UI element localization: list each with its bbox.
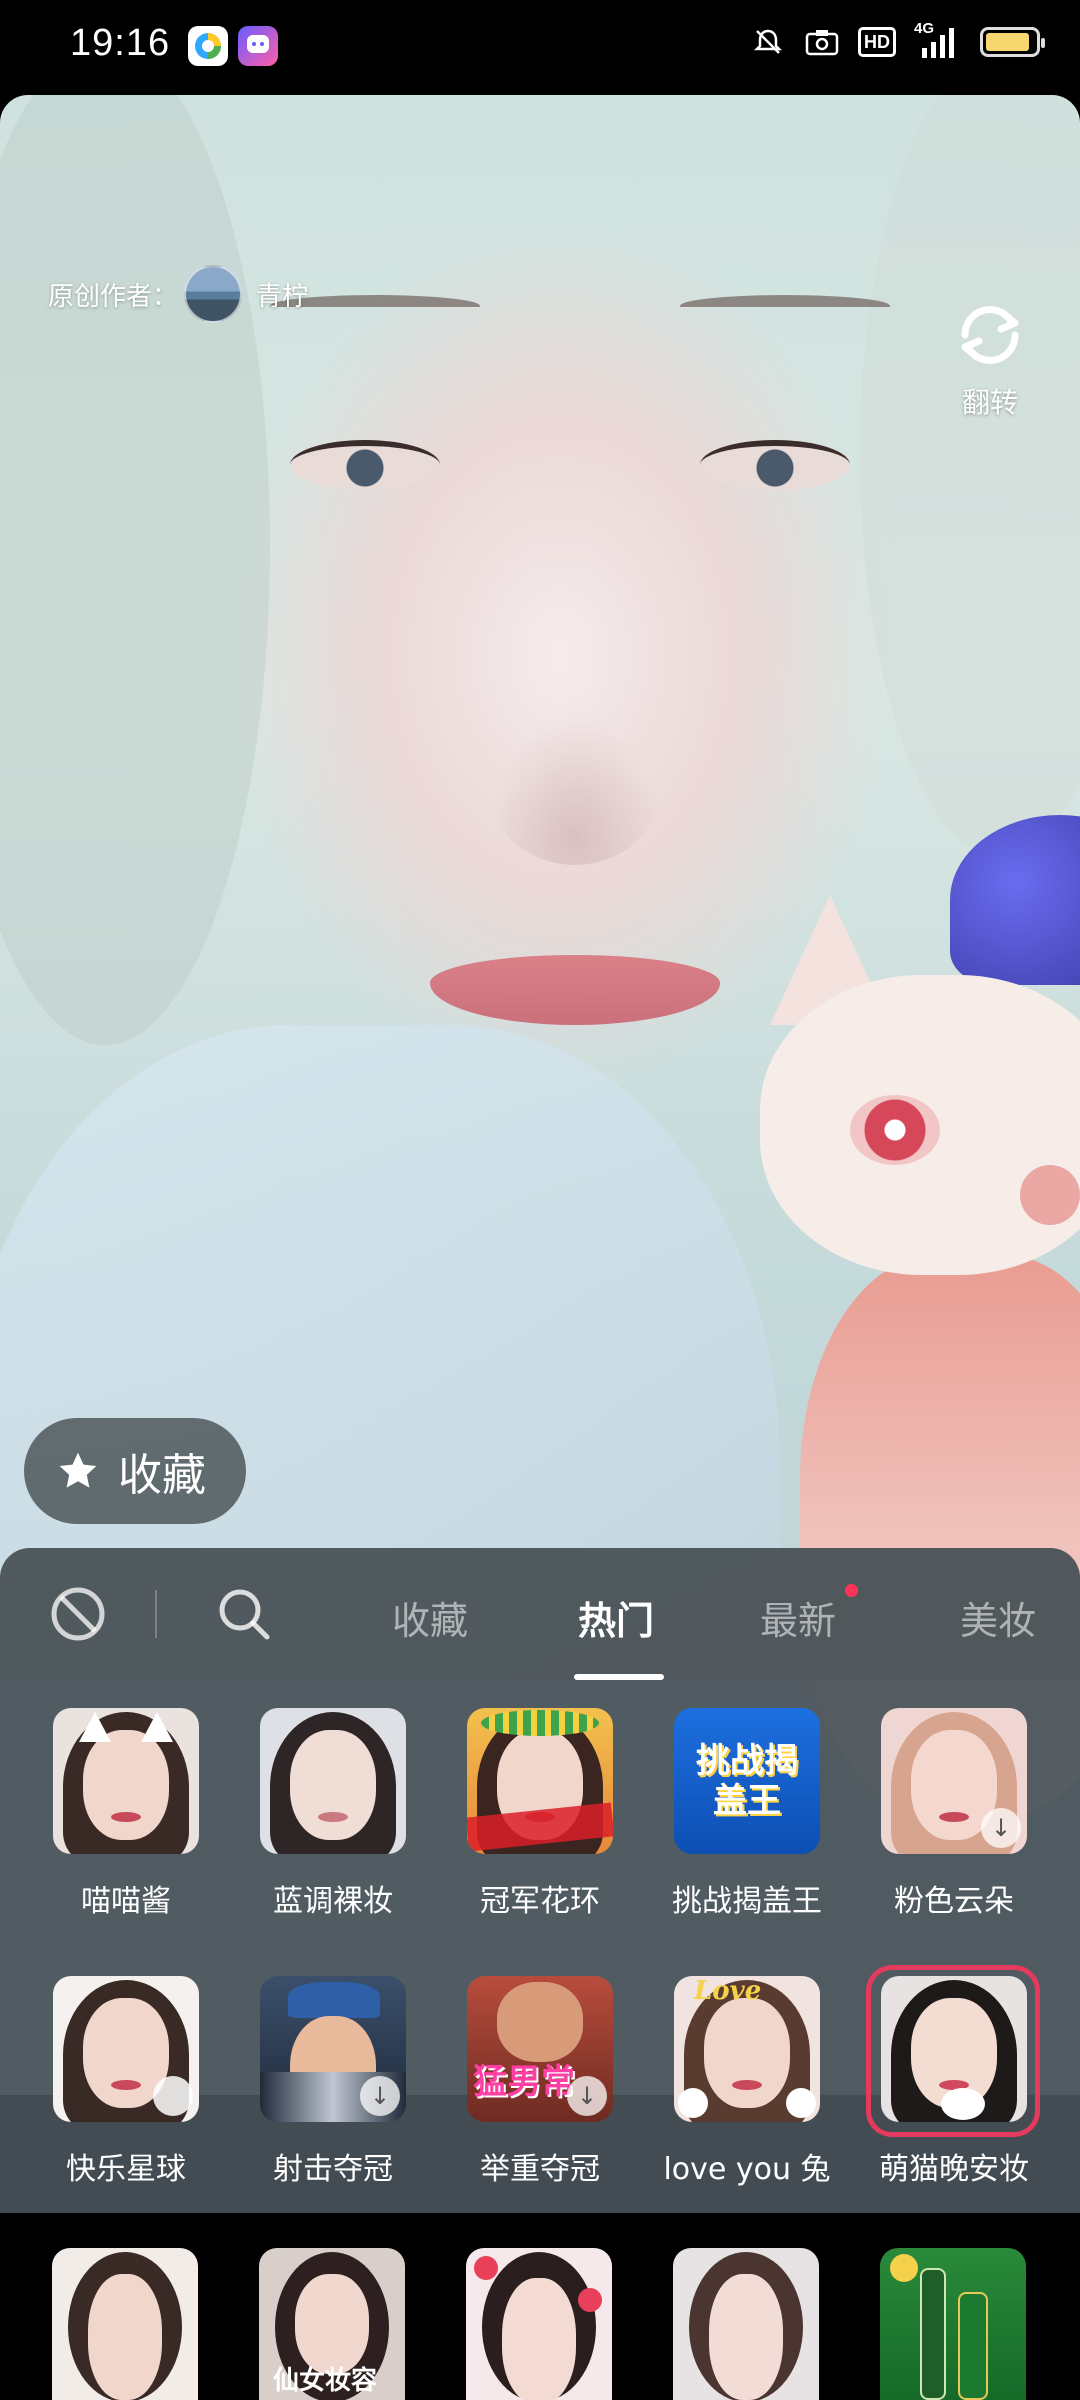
effect-thumbnail: ↓ xyxy=(260,1976,406,2122)
category-tabs: 收藏 热门 最新 美妆 xyxy=(0,1548,1080,1680)
effect-thumbnail[interactable]: 仙女妆容 xyxy=(259,2248,405,2400)
effect-label: 蓝调裸妆 xyxy=(273,1884,393,1919)
status-icons: HD 4G xyxy=(750,20,1045,60)
favorite-button[interactable]: 收藏 xyxy=(24,1418,246,1524)
download-icon xyxy=(153,2076,193,2116)
face-eye-left xyxy=(290,440,440,490)
browser-app-icon xyxy=(188,26,228,66)
tab-favorites[interactable]: 收藏 xyxy=(392,1590,468,1645)
network-label: 4G xyxy=(914,20,935,37)
effect-thumbnail: 挑战揭盖王 xyxy=(674,1708,820,1854)
hd-icon: HD xyxy=(858,27,896,57)
effect-label: 射击夺冠 xyxy=(273,2152,393,2187)
camera-icon xyxy=(804,24,840,60)
effect-label: 挑战揭盖王 xyxy=(672,1884,822,1919)
effect-label: 举重夺冠 xyxy=(480,2152,600,2187)
flip-label: 翻转 xyxy=(961,386,1018,419)
no-effect-icon[interactable] xyxy=(48,1584,108,1644)
effect-label: 快乐星球 xyxy=(66,2152,186,2187)
effect-thumbnail xyxy=(260,1708,406,1854)
author-avatar[interactable] xyxy=(184,265,243,323)
new-badge xyxy=(845,1584,858,1597)
effect-thumbnail[interactable] xyxy=(673,2248,819,2400)
tab-latest[interactable]: 最新 xyxy=(760,1590,836,1645)
effect-item[interactable]: 挑战揭盖王 挑战揭盖王 xyxy=(647,1708,847,1920)
effect-thumbnail xyxy=(53,1708,199,1854)
search-icon[interactable] xyxy=(214,1584,274,1644)
effect-label: 冠军花环 xyxy=(480,1884,600,1919)
effect-thumbnail xyxy=(53,1976,199,2122)
author-prefix: 原创作者： xyxy=(48,281,179,312)
effect-item[interactable]: ↓ 粉色云朵 xyxy=(854,1708,1054,1920)
effect-thumbnail[interactable] xyxy=(466,2248,612,2400)
effect-thumb-text: Love xyxy=(694,1976,762,2006)
effect-item[interactable]: 冠军花环 xyxy=(440,1708,640,1920)
effect-label: 喵喵酱 xyxy=(81,1884,171,1919)
effect-thumbnail: Love xyxy=(674,1976,820,2122)
download-icon: ↓ xyxy=(567,2076,607,2116)
chat-app-icon xyxy=(238,26,278,66)
effect-item[interactable]: 喵喵酱 xyxy=(26,1708,226,1920)
effect-label: 粉色云朵 xyxy=(894,1884,1014,1919)
effect-item[interactable]: Love love you 兔 xyxy=(647,1976,847,2188)
signal-4g-icon: 4G xyxy=(914,20,962,60)
battery-icon xyxy=(980,27,1045,57)
effect-thumbnail: ↓ xyxy=(881,1708,1027,1854)
face-eye-right xyxy=(700,440,850,490)
star-icon xyxy=(59,1452,97,1488)
effect-thumb-text: 猛男常 xyxy=(473,2062,575,2102)
effect-label: 萌猫晚安妆 xyxy=(879,2152,1029,2187)
author-name[interactable]: 青柠 xyxy=(256,276,308,313)
tab-makeup[interactable]: 美妆 xyxy=(960,1590,1036,1645)
effect-thumb-text: 仙女妆容 xyxy=(273,2366,378,2396)
effect-thumbnail xyxy=(467,1708,613,1854)
active-tab-indicator xyxy=(574,1674,664,1680)
status-bar: 19:16 HD 4G xyxy=(0,0,1080,95)
download-icon: ↓ xyxy=(981,1808,1021,1848)
face-lips xyxy=(430,955,720,1025)
favorite-label: 收藏 xyxy=(118,1450,206,1501)
battery-level xyxy=(986,33,1030,51)
effect-thumb-text: 挑战揭盖王 xyxy=(696,1741,798,1821)
tab-hot[interactable]: 热门 xyxy=(578,1590,654,1645)
selected-effect-highlight xyxy=(866,1965,1040,2137)
status-time: 19:16 xyxy=(70,22,171,64)
effects-next-row: 仙女妆容 xyxy=(0,2232,1080,2400)
tab-divider xyxy=(155,1590,157,1638)
effect-item[interactable]: 蓝调裸妆 xyxy=(233,1708,433,1920)
effect-thumbnail[interactable] xyxy=(880,2248,1026,2400)
effect-label: love you 兔 xyxy=(663,2152,831,2187)
original-author[interactable]: 原创作者： 青柠 xyxy=(48,265,308,323)
effect-thumbnail: 猛男常 ↓ xyxy=(467,1976,613,2122)
mute-bell-icon xyxy=(750,24,786,60)
effect-item[interactable]: 猛男常 ↓ 举重夺冠 xyxy=(440,1976,640,2188)
effect-item[interactable]: 快乐星球 xyxy=(26,1976,226,2188)
download-icon: ↓ xyxy=(360,2076,400,2116)
flip-camera-icon xyxy=(961,306,1019,364)
effect-thumbnail[interactable] xyxy=(52,2248,198,2400)
flip-camera-button[interactable]: 翻转 xyxy=(940,295,1040,421)
effect-item[interactable]: ↓ 射击夺冠 xyxy=(233,1976,433,2188)
